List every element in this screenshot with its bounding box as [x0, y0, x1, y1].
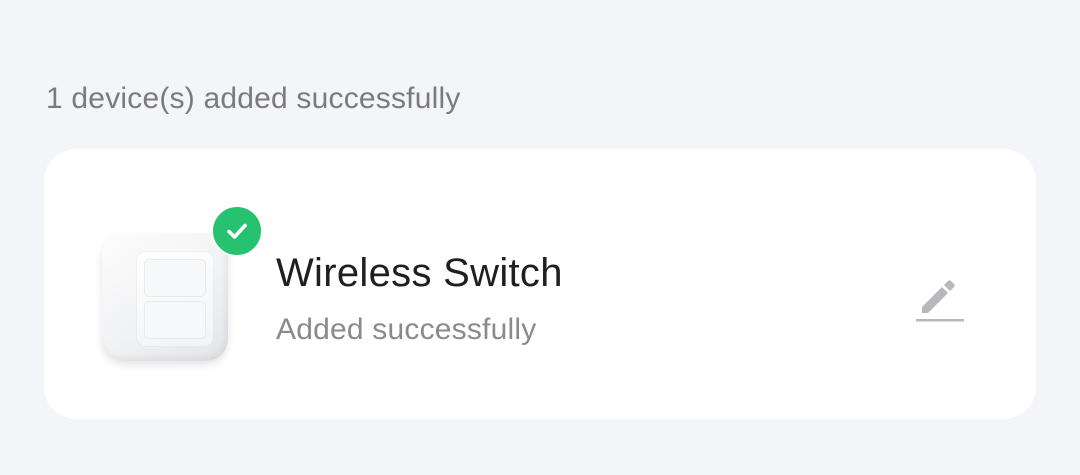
wireless-switch-image: [102, 233, 228, 361]
device-status: Added successfully: [276, 313, 537, 346]
devices-added-summary: 1 device(s) added successfully: [46, 82, 461, 115]
device-button-top: [144, 259, 206, 297]
pencil-icon: [916, 280, 964, 322]
check-icon: [227, 223, 247, 239]
device-name: Wireless Switch: [276, 251, 563, 295]
device-face: [136, 251, 214, 347]
edit-device-name-button[interactable]: [906, 267, 966, 327]
device-button-bottom: [144, 301, 206, 339]
success-badge: [211, 205, 263, 257]
device-card: Wireless Switch Added successfully: [44, 149, 1036, 419]
